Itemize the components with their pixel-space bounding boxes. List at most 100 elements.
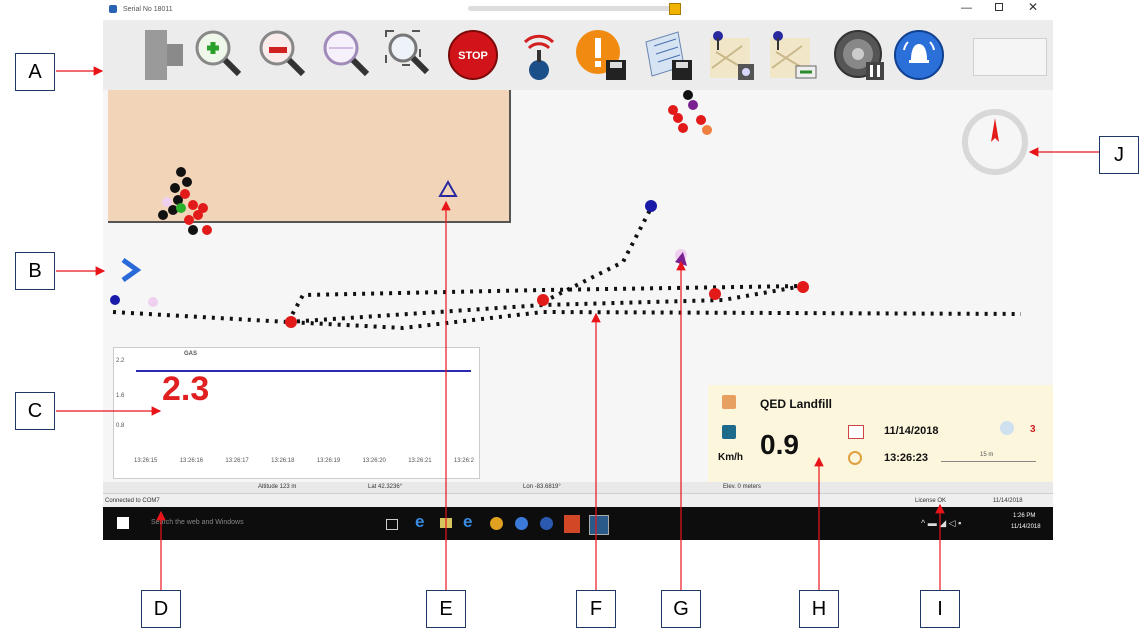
speed-value: 0.9 <box>760 429 799 460</box>
window-title: Serial No 18011 <box>123 6 173 13</box>
gas-chart-panel: GAS 2.2 1.6 0.8 2.3 13:26:15 13:26:16 13… <box>113 347 480 479</box>
speedometer-icon <box>722 425 736 439</box>
gas-value: 2.3 <box>162 370 210 408</box>
callout-f-label: F <box>589 597 603 620</box>
gas-xtick: 13:26:15 <box>134 458 158 464</box>
zoom-out-icon <box>259 30 306 77</box>
svg-text:STOP: STOP <box>458 50 488 62</box>
gas-xtick: 13:26:2 <box>453 458 474 464</box>
callout-h-label: H <box>811 597 827 620</box>
warning-save-icon <box>576 30 626 80</box>
zoom-extent-button[interactable] <box>381 26 437 84</box>
callout-c-label: C <box>27 399 43 422</box>
gas-xtick: 13:26:18 <box>271 458 295 464</box>
gas-xtick: 13:26:20 <box>362 458 386 464</box>
start-button[interactable] <box>117 517 129 529</box>
direction-chevron-icon <box>121 257 142 283</box>
close-button[interactable]: ✕ <box>1028 0 1038 14</box>
callout-d: D <box>141 590 181 628</box>
callout-a-label: A <box>28 60 42 83</box>
compass-needle-icon <box>991 118 999 142</box>
gas-ytick-1: 2.2 <box>116 358 125 364</box>
alarm-button[interactable] <box>891 26 947 84</box>
title-marker-icon <box>669 3 681 15</box>
reading-cluster-site <box>158 167 212 235</box>
task-view-icon[interactable] <box>386 519 398 530</box>
app-icon-3[interactable] <box>589 515 609 535</box>
os-taskbar: Search the web and Windows e e ^ ▬ ◢ ◁ ▪… <box>103 507 1053 540</box>
scale-bar <box>941 461 1036 462</box>
app-icon-2[interactable] <box>540 517 553 530</box>
calendar-icon <box>848 425 864 439</box>
current-position-marker <box>675 249 687 266</box>
door-icon <box>145 30 183 80</box>
callout-e: E <box>426 590 466 628</box>
gas-xtick: 13:26:17 <box>225 458 249 464</box>
alert-save-button[interactable] <box>573 26 629 84</box>
gps-signal-button[interactable] <box>511 26 567 84</box>
powerpoint-icon[interactable] <box>564 515 580 533</box>
taskbar-search[interactable]: Search the web and Windows <box>151 519 244 526</box>
pause-button[interactable] <box>831 26 887 84</box>
longitude-readout: Lon -83.6819° <box>523 484 561 490</box>
connection-status: Connected to COM7 <box>105 498 160 504</box>
clock-date: 11/14/2018 <box>1011 524 1041 530</box>
gas-xtick: 13:26:16 <box>179 458 204 464</box>
callout-g-label: G <box>673 597 689 620</box>
toolbar-blank-field[interactable] <box>973 38 1047 76</box>
zoom-out-button[interactable] <box>255 26 311 84</box>
zoom-in-button[interactable] <box>191 26 247 84</box>
maximize-button[interactable] <box>995 3 1003 11</box>
pause-reel-icon <box>834 30 884 80</box>
altitude-readout: Altitude 123 m <box>258 484 297 490</box>
stop-button[interactable]: STOP <box>445 26 501 84</box>
map-pin-export-button[interactable] <box>763 26 819 84</box>
tray-icons[interactable]: ^ ▬ ◢ ◁ ▪ <box>921 518 961 529</box>
stop-icon: STOP <box>448 30 498 80</box>
notes-save-icon <box>645 31 692 80</box>
callout-j-label: J <box>1114 143 1124 166</box>
zoom-extent-icon <box>385 30 430 75</box>
callout-g: G <box>661 590 701 628</box>
zoom-box-button[interactable] <box>319 26 375 84</box>
callout-a: A <box>15 53 55 91</box>
callout-b: B <box>15 252 55 290</box>
date-value: 11/14/2018 <box>884 425 939 437</box>
callout-d-label: D <box>153 597 169 620</box>
app-icon <box>109 5 117 13</box>
zoom-box-icon <box>323 30 370 77</box>
callout-c: C <box>15 392 55 430</box>
elevation-readout: Elev. 0 meters <box>723 484 761 490</box>
edge-icon[interactable]: e <box>415 512 424 532</box>
site-pin-icon <box>722 395 736 409</box>
minimize-button[interactable]: — <box>961 2 972 14</box>
alarm-bell-icon <box>894 30 944 80</box>
satellite-count: 3 <box>1030 424 1036 435</box>
globe-signal-icon <box>523 34 555 80</box>
status-bar: Connected to COM7 License OK 11/14/2018 <box>103 493 1053 508</box>
map-pin-settings-button[interactable] <box>703 26 759 84</box>
map-area[interactable]: GAS 2.2 1.6 0.8 2.3 13:26:15 13:26:16 13… <box>103 90 1053 482</box>
info-panel: QED Landfill Km/h 0.9 11/14/2018 13:26:2… <box>708 385 1053 482</box>
file-explorer-icon[interactable] <box>440 518 452 528</box>
map-pin-gear-icon <box>710 31 754 80</box>
chrome-icon[interactable] <box>490 517 503 530</box>
callout-i: I <box>920 590 960 628</box>
callout-f: F <box>576 590 616 628</box>
title-scrollbar[interactable] <box>468 6 676 11</box>
toolbar: STOP <box>103 20 1053 91</box>
exit-door-button[interactable] <box>135 26 191 84</box>
app-icon-1[interactable] <box>515 517 528 530</box>
track-layer <box>110 90 1022 331</box>
notes-save-button[interactable] <box>639 26 695 84</box>
gps-track <box>110 200 1022 331</box>
compass-widget <box>962 109 1028 175</box>
gas-label: GAS <box>184 351 198 357</box>
callout-j: J <box>1099 136 1139 174</box>
callout-b-label: B <box>28 259 42 282</box>
gas-ytick-2: 1.6 <box>116 393 125 399</box>
coordinates-bar: Altitude 123 m Lat 42.3236° Lon -83.6819… <box>103 482 1053 493</box>
ie-icon[interactable]: e <box>463 512 472 532</box>
app-window: Serial No 18011 — ✕ STOP GAS 2.2 1.6 0.8… <box>103 0 1053 540</box>
gas-ytick-3: 0.8 <box>116 423 125 429</box>
